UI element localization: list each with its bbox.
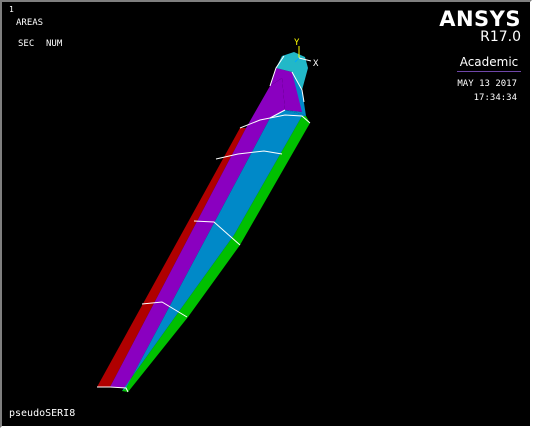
triad-x-label: X	[313, 59, 319, 69]
area-blue	[122, 110, 306, 391]
triad-y-label: Y	[294, 38, 300, 48]
graphics-window[interactable]: 1 AREAS SEC NUM ANSYS R17.0 Academic MAY…	[0, 0, 532, 428]
plot-title: pseudoSERI8	[9, 408, 76, 419]
blade-model-areas[interactable]: Y X	[2, 2, 532, 428]
area-purple	[110, 78, 285, 388]
